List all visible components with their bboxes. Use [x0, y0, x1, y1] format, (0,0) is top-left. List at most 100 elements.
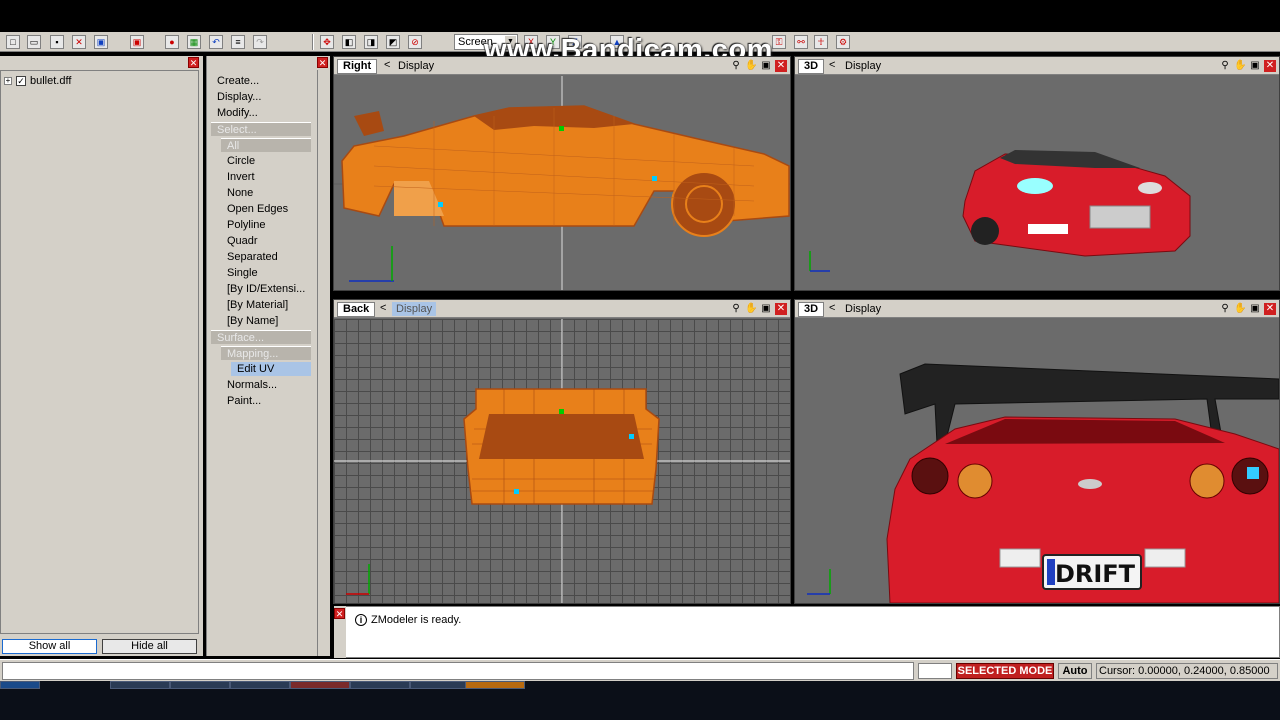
viewport-3d-bottom[interactable]: 3D < Display ⚲ ✋ ▣ ✕ DRIFT — [794, 299, 1280, 604]
taskbar-item[interactable] — [170, 681, 230, 689]
pan-icon[interactable]: ✋ — [745, 60, 757, 72]
chevron-left-icon[interactable]: < — [380, 302, 386, 314]
command-item[interactable]: Separated — [227, 250, 278, 264]
command-item[interactable]: Display... — [217, 90, 261, 104]
display-menu[interactable]: Display — [845, 302, 881, 316]
properties-icon[interactable]: ≡ — [231, 35, 245, 49]
hide-all-button[interactable]: Hide all — [102, 639, 197, 654]
zoom-icon[interactable]: ⚲ — [1219, 60, 1231, 72]
command-item[interactable]: Open Edges — [227, 202, 288, 216]
viewport-label: Right — [337, 59, 378, 74]
pan-icon[interactable]: ✋ — [1234, 60, 1246, 72]
cube-face-icon[interactable]: ◨ — [364, 35, 378, 49]
close-viewport-icon[interactable]: ✕ — [775, 60, 787, 72]
viewport-canvas[interactable] — [334, 76, 790, 290]
command-item[interactable]: Paint... — [227, 394, 261, 408]
chevron-left-icon[interactable]: < — [829, 302, 835, 314]
viewport-back[interactable]: Back < Display ⚲ ✋ ▣ ✕ — [333, 299, 791, 604]
title-bar-area — [0, 0, 1280, 32]
cube-edge-icon[interactable]: ◩ — [386, 35, 400, 49]
command-item[interactable]: [By Name] — [227, 314, 278, 328]
chevron-left-icon[interactable]: < — [384, 59, 390, 71]
start-button[interactable] — [0, 681, 40, 689]
figure-icon[interactable]: ☥ — [814, 35, 828, 49]
command-item[interactable]: Polyline — [227, 218, 266, 232]
delete-icon[interactable]: ✕ — [72, 35, 86, 49]
import-icon[interactable]: ▣ — [94, 35, 108, 49]
tree-item-label: bullet.dff — [30, 75, 72, 87]
zoom-icon[interactable]: ⚲ — [730, 303, 742, 315]
display-menu[interactable]: Display — [398, 59, 434, 73]
close-icon[interactable]: ✕ — [317, 57, 328, 68]
command-scrollbar[interactable] — [317, 70, 330, 656]
command-item[interactable]: None — [227, 186, 253, 200]
console-message: ZModeler is ready. — [371, 614, 462, 626]
maximize-icon[interactable]: ▣ — [760, 303, 772, 315]
command-item[interactable]: Quadr — [227, 234, 258, 248]
show-all-button[interactable]: Show all — [2, 639, 97, 654]
maximize-icon[interactable]: ▣ — [1249, 303, 1261, 315]
record-icon[interactable]: ● — [165, 35, 179, 49]
visibility-checkbox[interactable]: ✓ — [16, 76, 26, 86]
taskbar-item[interactable] — [110, 681, 170, 689]
viewport-3d-top[interactable]: 3D < Display ⚲ ✋ ▣ ✕ — [794, 56, 1280, 291]
command-item[interactable]: Create... — [217, 74, 259, 88]
command-item[interactable]: Normals... — [227, 378, 277, 392]
maximize-icon[interactable]: ▣ — [1249, 60, 1261, 72]
display-menu[interactable]: Display — [845, 59, 881, 73]
taskbar-item[interactable] — [410, 681, 470, 689]
command-item[interactable]: Select... — [211, 122, 311, 136]
grid-icon[interactable]: ▦ — [187, 35, 201, 49]
command-item[interactable]: All — [221, 138, 311, 152]
command-item[interactable]: Edit UV — [231, 362, 311, 376]
close-icon[interactable]: ✕ — [334, 608, 345, 619]
tree-item[interactable]: + ✓ bullet.dff — [4, 75, 71, 87]
save-icon[interactable]: ▪ — [50, 35, 64, 49]
no-select-icon[interactable]: ⊘ — [408, 35, 422, 49]
move-icon[interactable]: ✥ — [320, 35, 334, 49]
info-icon: i — [355, 614, 367, 626]
link-icon[interactable]: ⚯ — [794, 35, 808, 49]
close-viewport-icon[interactable]: ✕ — [1264, 60, 1276, 72]
zoom-icon[interactable]: ⚲ — [1219, 303, 1231, 315]
status-indicator — [918, 663, 952, 679]
undo-icon[interactable]: ↶ — [209, 35, 223, 49]
command-item[interactable]: Invert — [227, 170, 255, 184]
close-viewport-icon[interactable]: ✕ — [775, 303, 787, 315]
command-item[interactable]: [By ID/Extensi... — [227, 282, 305, 296]
pan-icon[interactable]: ✋ — [745, 303, 757, 315]
taskbar-item[interactable] — [350, 681, 410, 689]
new-file-icon[interactable]: □ — [6, 35, 20, 49]
back-wireframe-render — [334, 319, 790, 603]
cube-icon[interactable]: ◧ — [342, 35, 356, 49]
taskbar-item[interactable] — [465, 681, 525, 689]
redo-icon[interactable]: ↷ — [253, 35, 267, 49]
viewport-canvas[interactable] — [334, 319, 790, 603]
command-item[interactable]: Single — [227, 266, 258, 280]
command-item[interactable]: [By Material] — [227, 298, 288, 312]
tools-icon[interactable]: ⚙ — [836, 35, 850, 49]
selected-mode-badge[interactable]: SELECTED MODE — [956, 663, 1054, 679]
auto-toggle[interactable]: Auto — [1058, 663, 1092, 679]
expand-icon[interactable]: + — [4, 77, 12, 85]
close-icon[interactable]: ✕ — [188, 57, 199, 68]
viewport-right[interactable]: Right < Display ⚲ ✋ ▣ ✕ — [333, 56, 791, 291]
taskbar-item[interactable] — [230, 681, 290, 689]
command-item[interactable]: Circle — [227, 154, 255, 168]
open-file-icon[interactable]: ▭ — [27, 35, 41, 49]
command-item[interactable]: Surface... — [211, 330, 311, 344]
viewport-canvas[interactable]: DRIFT — [795, 319, 1279, 603]
close-viewport-icon[interactable]: ✕ — [1264, 303, 1276, 315]
export-icon[interactable]: ▣ — [130, 35, 144, 49]
chevron-left-icon[interactable]: < — [829, 59, 835, 71]
command-item[interactable]: Mapping... — [221, 346, 311, 360]
lock-icon[interactable]: ⚿ — [772, 35, 786, 49]
display-menu[interactable]: Display — [392, 302, 437, 316]
viewport-canvas[interactable] — [795, 76, 1279, 290]
command-item[interactable]: Modify... — [217, 106, 258, 120]
pan-icon[interactable]: ✋ — [1234, 303, 1246, 315]
taskbar-item[interactable] — [290, 681, 350, 689]
side-wireframe-render — [334, 76, 790, 290]
zoom-icon[interactable]: ⚲ — [730, 60, 742, 72]
maximize-icon[interactable]: ▣ — [760, 60, 772, 72]
